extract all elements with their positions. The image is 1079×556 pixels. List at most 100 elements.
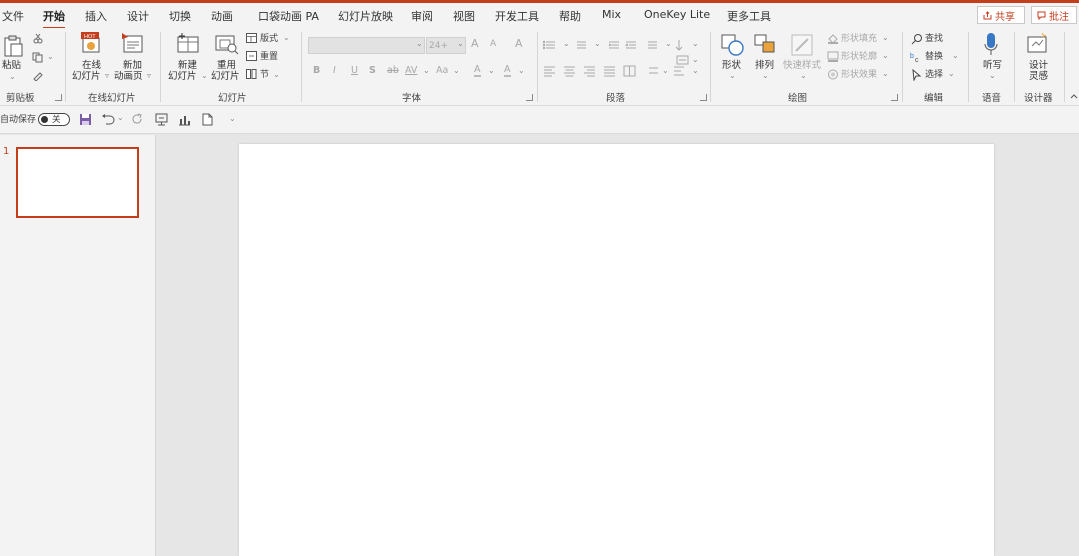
share-button[interactable]: 共享 [977, 6, 1025, 24]
autosave-toggle[interactable]: 关 [38, 113, 70, 126]
character-spacing-button[interactable]: AV [405, 65, 417, 76]
collapse-ribbon-icon[interactable] [1070, 93, 1078, 99]
grow-font-icon[interactable]: A [471, 38, 479, 49]
italic-button[interactable]: I [333, 65, 336, 76]
tab-transitions[interactable]: 切换 [169, 8, 191, 24]
design-ideas-label[interactable]: 设计 [1029, 60, 1048, 71]
tab-more-tools[interactable]: 更多工具 [727, 8, 771, 24]
numbering-dropdown-icon[interactable]: ⌄ [594, 39, 601, 48]
shape-fill-icon[interactable] [827, 33, 839, 44]
paste-dropdown-icon[interactable]: ⌄ [9, 72, 16, 81]
design-ideas-label-2[interactable]: 灵感 [1029, 71, 1048, 82]
quick-styles-label[interactable]: 快速样式 [783, 60, 821, 71]
customize-qat-icon[interactable]: ⌄ [229, 114, 236, 123]
shape-effects-label[interactable]: 形状效果 [841, 70, 877, 80]
tab-onekey-lite[interactable]: OneKey Lite [644, 8, 710, 21]
drawing-launcher-icon[interactable] [891, 94, 898, 101]
font-color-button[interactable]: A [504, 64, 511, 77]
spacing-dropdown-icon[interactable]: ⌄ [423, 66, 430, 75]
strikethrough-button[interactable]: ab [387, 65, 399, 76]
text-shadow-button[interactable]: S [369, 65, 376, 76]
online-slides-icon[interactable]: HOT [80, 32, 104, 54]
online-slides-label-2[interactable]: 幻灯片 [72, 71, 101, 82]
find-label[interactable]: 查找 [925, 34, 943, 44]
chart-icon[interactable] [178, 113, 191, 126]
new-slide-icon[interactable] [176, 32, 200, 54]
shape-outline-label[interactable]: 形状轮廓 [841, 52, 877, 62]
tab-view[interactable]: 视图 [453, 8, 475, 24]
tab-home[interactable]: 开始 [43, 8, 65, 29]
copy-dropdown-icon[interactable]: ⌄ [47, 52, 54, 61]
tab-insert[interactable]: 插入 [85, 8, 107, 24]
tab-developer[interactable]: 开发工具 [495, 8, 539, 24]
arrange-label[interactable]: 排列 [755, 60, 774, 71]
select-cursor-icon[interactable] [911, 69, 923, 81]
shape-outline-icon[interactable] [827, 51, 839, 62]
design-ideas-icon[interactable] [1026, 32, 1050, 56]
reset-icon[interactable] [246, 51, 257, 61]
select-dropdown-icon[interactable]: ⌄ [948, 69, 955, 78]
font-family-select[interactable] [308, 37, 425, 54]
bullets-dropdown-icon[interactable]: ⌄ [563, 39, 570, 48]
tab-review[interactable]: 审阅 [411, 8, 433, 24]
underline-button[interactable]: U [351, 65, 358, 76]
comments-button[interactable]: 批注 [1031, 6, 1077, 24]
reuse-slides-icon[interactable] [215, 33, 239, 55]
paragraph-align-icons[interactable] [543, 65, 703, 77]
highlight-color-button[interactable]: A [474, 64, 481, 77]
redo-icon[interactable] [131, 113, 144, 126]
align-text-dropdown-icon[interactable]: ⌄ [692, 55, 699, 64]
dictate-label[interactable]: 听写 [983, 60, 1002, 71]
clipboard-launcher-icon[interactable] [55, 94, 62, 101]
slide-canvas[interactable] [239, 144, 994, 556]
tab-help[interactable]: 帮助 [559, 8, 581, 24]
align-text-icon[interactable] [676, 55, 690, 65]
slide-thumbnail[interactable] [16, 147, 139, 218]
shape-fill-dropdown-icon[interactable]: ⌄ [882, 33, 889, 42]
shapes-label[interactable]: 形状 [722, 60, 741, 71]
new-animation-page-label[interactable]: 新加 [123, 60, 142, 71]
quick-styles-dropdown-icon[interactable]: ⌄ [800, 71, 807, 80]
new-file-icon[interactable] [202, 113, 213, 126]
line-spacing-dropdown-icon[interactable]: ⌄ [665, 39, 672, 48]
layout-icon[interactable] [246, 33, 257, 43]
new-slide-label-2[interactable]: 幻灯片 [168, 71, 197, 82]
bold-button[interactable]: B [313, 65, 320, 76]
replace-icon[interactable]: bc [910, 51, 923, 63]
save-icon[interactable] [79, 113, 92, 126]
font-size-dropdown-icon[interactable]: ⌄ [457, 39, 464, 48]
shape-outline-dropdown-icon[interactable]: ⌄ [882, 51, 889, 60]
shape-fill-label[interactable]: 形状填充 [841, 34, 877, 44]
section-dropdown-icon[interactable]: ⌄ [273, 70, 280, 79]
shapes-dropdown-icon[interactable]: ⌄ [729, 71, 736, 80]
online-slides-label[interactable]: 在线 [82, 60, 101, 71]
text-direction-dropdown-icon[interactable]: ⌄ [692, 39, 699, 48]
arrange-dropdown-icon[interactable]: ⌄ [762, 71, 769, 80]
case-dropdown-icon[interactable]: ⌄ [453, 66, 460, 75]
change-case-button[interactable]: Aa [436, 65, 448, 76]
shrink-font-icon[interactable]: A [490, 39, 496, 50]
cut-icon[interactable] [33, 33, 43, 44]
reuse-slides-label-2[interactable]: 幻灯片 [211, 71, 240, 82]
dictate-dropdown-icon[interactable]: ⌄ [989, 71, 996, 80]
reuse-slides-label[interactable]: 重用 [217, 60, 236, 71]
section-icon[interactable] [246, 69, 257, 79]
format-painter-icon[interactable] [32, 70, 44, 81]
section-label[interactable]: 节 [260, 70, 269, 80]
layout-label[interactable]: 版式 [260, 34, 278, 44]
paragraph-launcher-icon[interactable] [700, 94, 707, 101]
columns-dropdown-icon[interactable]: ⌄ [662, 66, 669, 75]
undo-dropdown-icon[interactable]: ⌄ [117, 113, 124, 122]
clear-formatting-icon[interactable]: A [515, 38, 523, 49]
layout-dropdown-icon[interactable]: ⌄ [283, 33, 290, 42]
tab-animations[interactable]: 动画 [211, 8, 233, 24]
font-family-dropdown-icon[interactable]: ⌄ [416, 39, 423, 48]
tab-design[interactable]: 设计 [127, 8, 149, 24]
find-icon[interactable] [911, 33, 923, 45]
paste-icon[interactable] [2, 34, 24, 58]
tab-pocket-animation[interactable]: 口袋动画 PA [258, 8, 319, 24]
smartart-dropdown-icon[interactable]: ⌄ [692, 66, 699, 75]
replace-label[interactable]: 替换 [925, 52, 943, 62]
tab-slideshow[interactable]: 幻灯片放映 [338, 8, 393, 24]
online-slides-dropdown-icon[interactable]: ▿ [105, 71, 109, 80]
